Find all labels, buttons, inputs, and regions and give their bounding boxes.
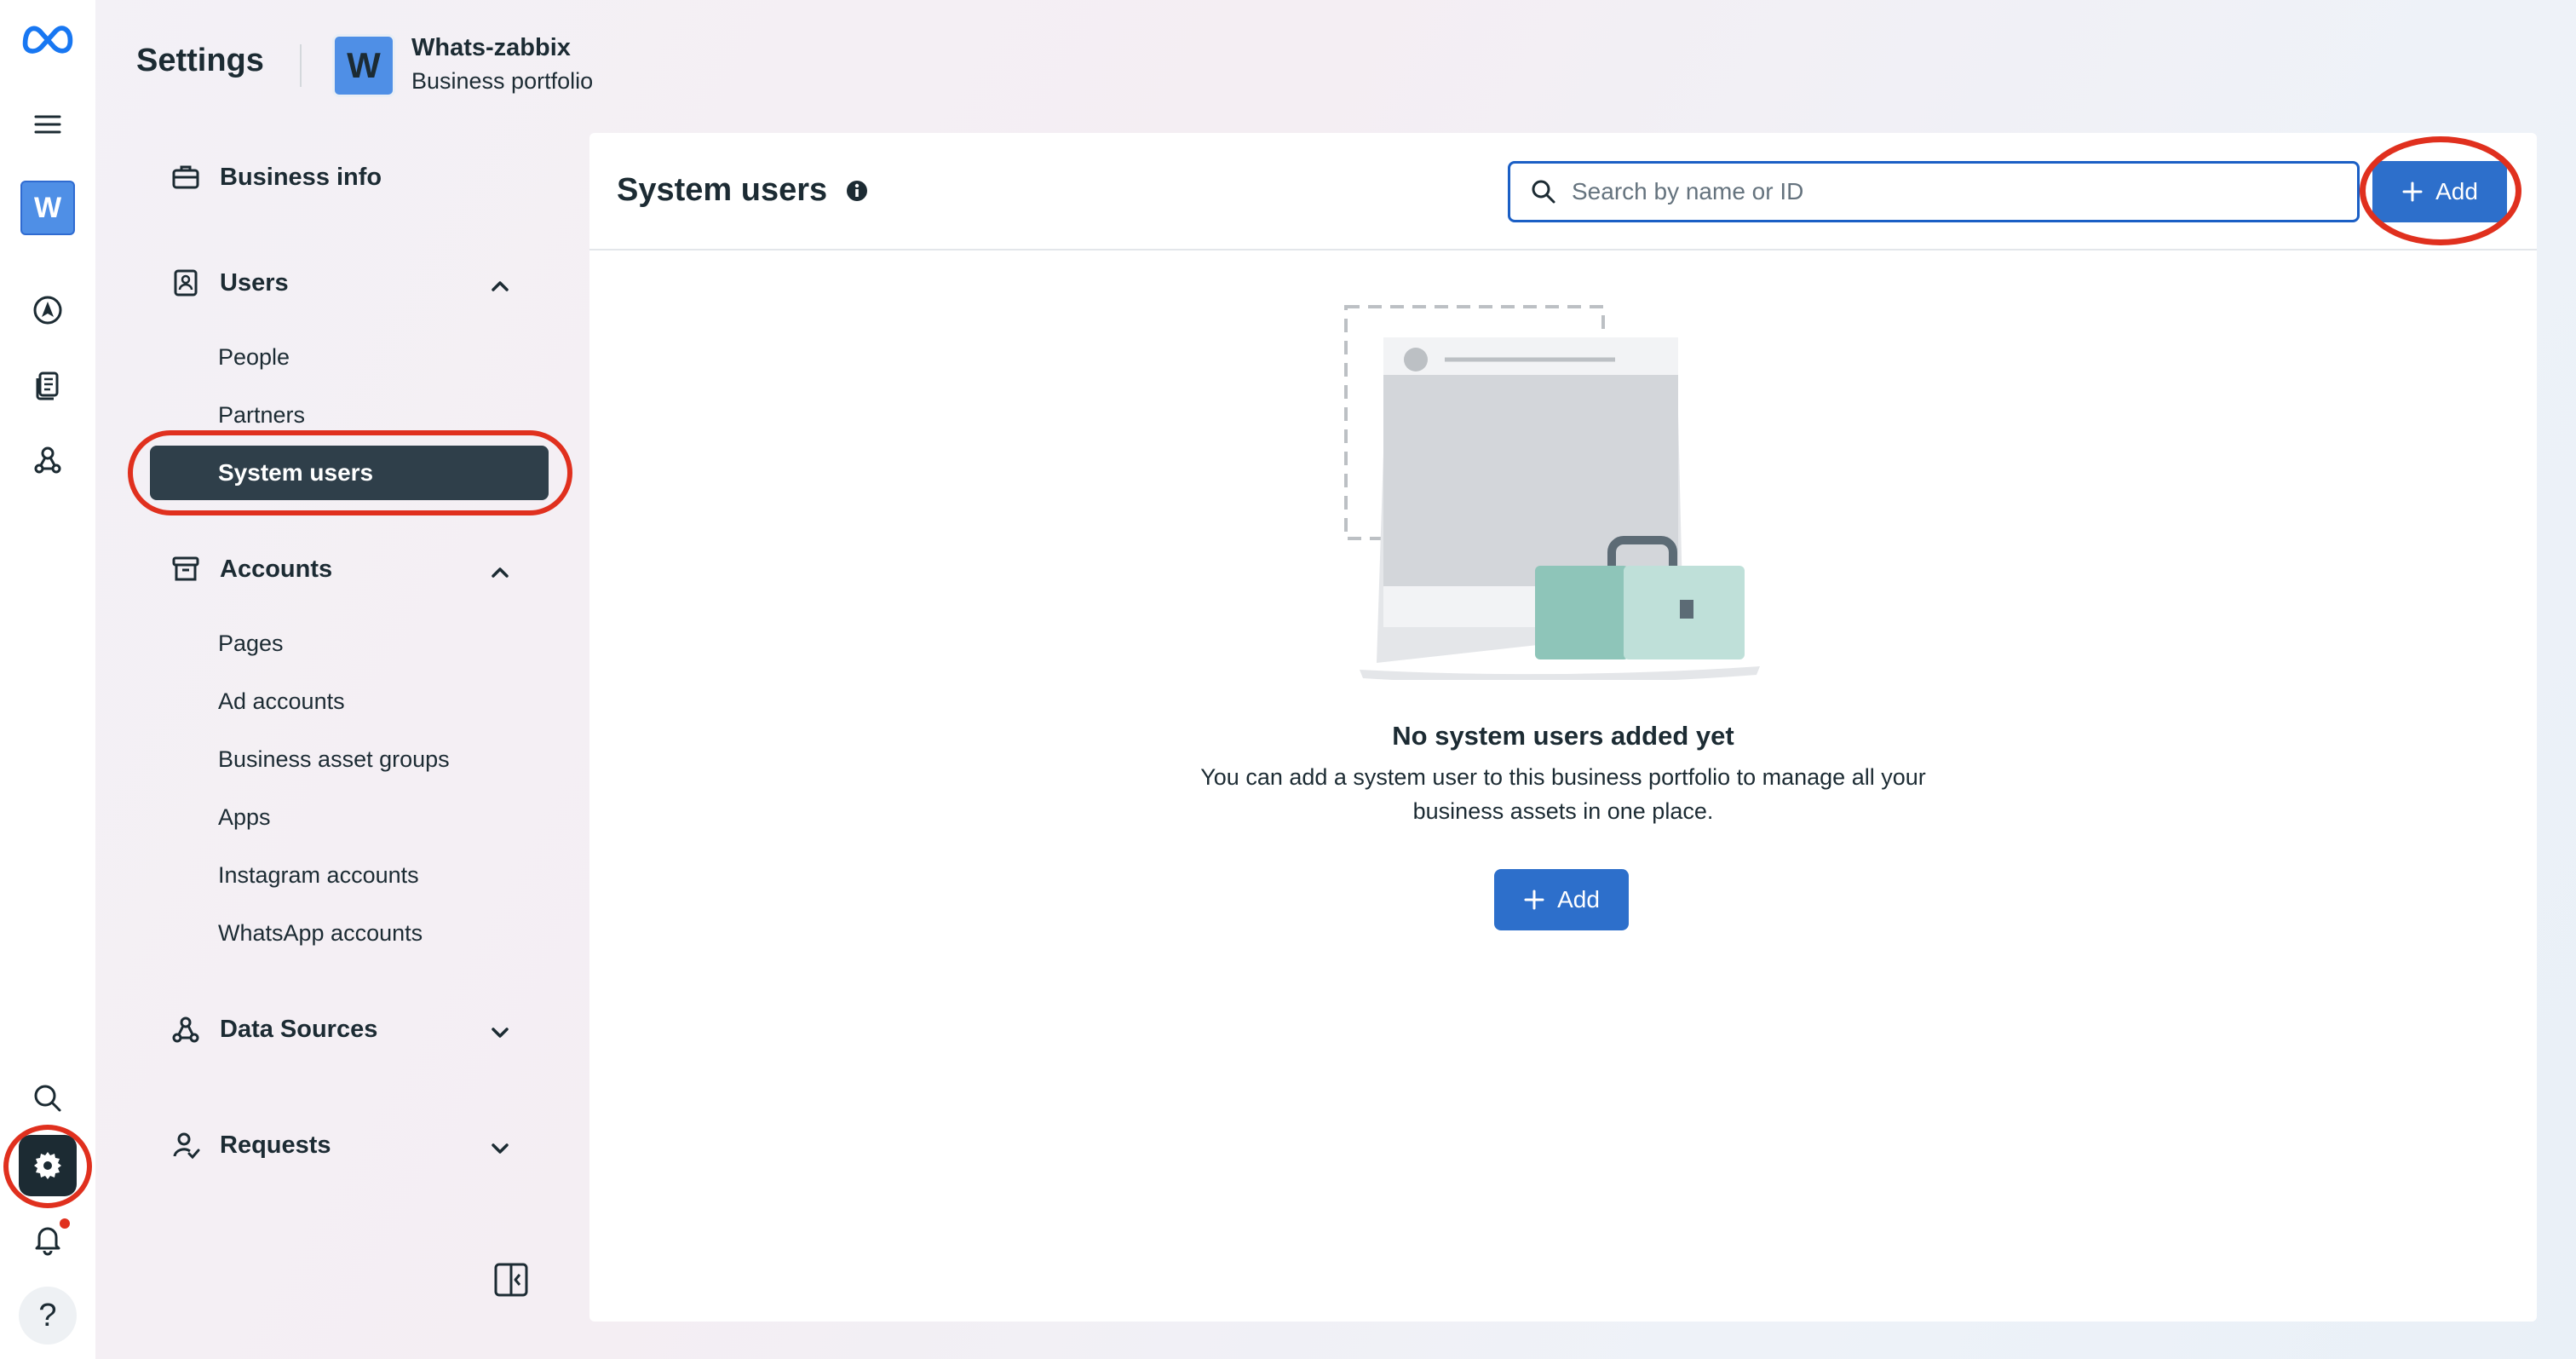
sidebar-item-label: Accounts [220, 555, 333, 583]
data-sources-svg [34, 446, 61, 474]
briefcase-icon [172, 165, 199, 189]
meta-logo-icon-svg [22, 26, 73, 54]
notifications-button[interactable] [19, 1210, 77, 1268]
compass-svg [33, 296, 62, 325]
panel-title-text: System users [617, 172, 828, 208]
search-svg [34, 1085, 61, 1112]
empty-state-illustration [1344, 305, 1760, 680]
sidebar-item-label: Business info [220, 163, 382, 191]
panel-title: System users [617, 172, 870, 209]
sidebar-item-label: Data Sources [220, 1015, 378, 1043]
chevron-up-icon[interactable] [486, 272, 515, 301]
hamburger-svg [34, 115, 61, 134]
plus-icon [1524, 890, 1544, 910]
empty-state-description: You can add a system user to this busine… [1200, 764, 1926, 824]
chevron-down-icon[interactable] [486, 1018, 515, 1047]
chevron-down-icon[interactable] [486, 1134, 515, 1163]
sidebar-subitem-apps[interactable]: Apps [218, 804, 271, 831]
main-panel: System users Add [589, 133, 2537, 1322]
add-button-highlight-ring [2360, 136, 2521, 245]
requests-icon [173, 1132, 200, 1160]
collapse-sidebar-icon[interactable] [489, 1258, 533, 1302]
sidebar-item-label: Requests [220, 1131, 331, 1159]
system-users-highlight-ring [128, 430, 572, 515]
header-divider [300, 44, 302, 87]
sidebar-item-users[interactable]: Users [170, 268, 289, 298]
portfolio-avatar[interactable]: W [332, 34, 395, 97]
left-rail: W ? [0, 0, 95, 1359]
settings-highlight-ring [3, 1125, 92, 1208]
search-field[interactable] [1508, 161, 2360, 222]
sidebar-subitem-ad-accounts[interactable]: Ad accounts [218, 688, 345, 715]
sidebar-item-accounts[interactable]: Accounts [170, 554, 332, 584]
add-button-label: Add [1557, 886, 1600, 913]
pages-icon[interactable] [19, 356, 77, 414]
user-badge-icon [174, 269, 198, 297]
help-button[interactable]: ? [19, 1287, 77, 1345]
page-title: Settings [136, 43, 264, 78]
search-icon [1532, 180, 1555, 204]
sidebar-subitem-people[interactable]: People [218, 344, 290, 371]
meta-logo-icon[interactable] [19, 9, 77, 66]
panel-header: System users Add [589, 133, 2537, 250]
chevron-up-icon[interactable] [486, 558, 515, 587]
sidebar-item-label: Users [220, 268, 289, 297]
search-input[interactable] [1572, 178, 2338, 205]
workspace-switcher[interactable]: W [19, 179, 77, 237]
workspace-avatar: W [20, 181, 75, 235]
empty-state-title: No system users added yet [1392, 721, 1734, 751]
sidebar-subitem-pages[interactable]: Pages [218, 631, 284, 657]
sidebar-item-requests[interactable]: Requests [170, 1130, 331, 1160]
notification-dot [60, 1218, 70, 1229]
menu-icon[interactable] [19, 95, 77, 153]
data-sources-icon[interactable] [19, 431, 77, 489]
sidebar-subitem-partners[interactable]: Partners [218, 402, 305, 429]
bell-icon [35, 1227, 60, 1256]
sidebar-subitem-instagram-accounts[interactable]: Instagram accounts [218, 862, 419, 889]
sidebar-item-business-info[interactable]: Business info [170, 162, 382, 193]
info-icon[interactable] [844, 178, 870, 204]
sidebar-subitem-business-asset-groups[interactable]: Business asset groups [218, 746, 450, 773]
empty-state-add-button[interactable]: Add [1494, 869, 1629, 930]
archive-icon [172, 556, 199, 581]
pages-svg [36, 371, 59, 400]
portfolio-name[interactable]: Whats-zabbix [411, 34, 571, 62]
sidebar-item-data-sources[interactable]: Data Sources [170, 1014, 377, 1045]
portfolio-subtitle: Business portfolio [411, 68, 594, 94]
compass-icon[interactable] [19, 281, 77, 339]
help-icon: ? [19, 1287, 77, 1345]
data-sources-icon [172, 1016, 199, 1043]
search-icon[interactable] [19, 1069, 77, 1127]
sidebar-subitem-whatsapp-accounts[interactable]: WhatsApp accounts [218, 920, 423, 947]
